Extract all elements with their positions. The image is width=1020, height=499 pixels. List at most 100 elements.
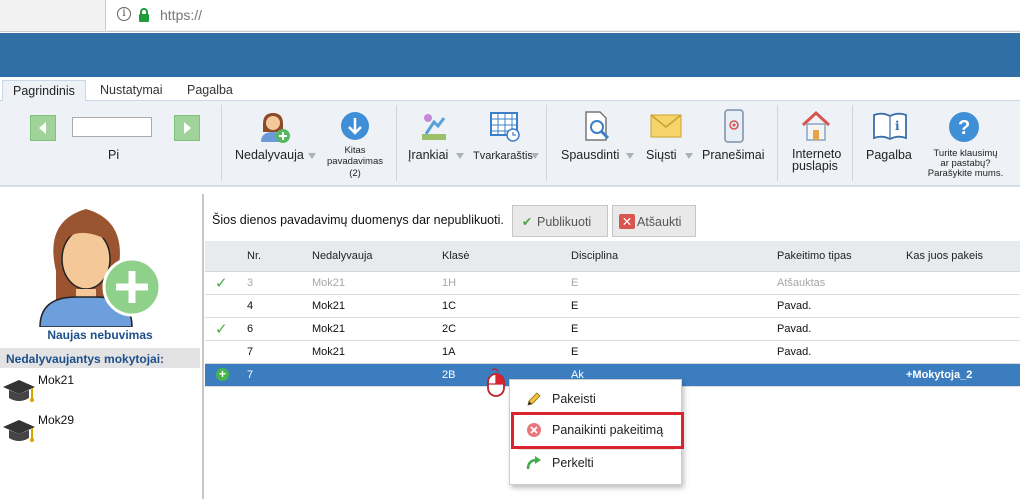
nedalyvauja-label: Nedalyvauja: [235, 148, 304, 162]
kitas-label-2: pavadavimas: [327, 156, 383, 167]
irankiai-label: Įrankiai: [408, 148, 449, 162]
cell-class: 1H: [442, 271, 571, 295]
cell-teacher: [312, 363, 442, 387]
table-row[interactable]: 4 Mok21 1C E Pavad.: [205, 294, 1020, 318]
ribbon-separator: [777, 105, 778, 181]
move-arrow-icon: [526, 456, 541, 470]
cell-nr: 7: [247, 363, 312, 387]
cell-teacher: Mok21: [312, 294, 442, 318]
check-icon: ✓: [215, 274, 228, 292]
teacher-name: Mok29: [38, 413, 75, 427]
teacher-item[interactable]: Mok21: [0, 373, 200, 405]
interneto-label-2: puslapis: [792, 159, 838, 173]
cell-who: [906, 317, 1020, 341]
cell-discipline: E: [571, 294, 777, 318]
cell-type: [777, 363, 906, 387]
user-add-icon: [261, 113, 290, 143]
cell-nr: 7: [247, 340, 312, 364]
cell-nr: 4: [247, 294, 312, 318]
column-header-disciplina[interactable]: Disciplina: [571, 241, 777, 272]
publish-button[interactable]: ✔ Publikuoti: [512, 205, 608, 237]
cell-who: [906, 294, 1020, 318]
feedback-line-3: Parašykite mums.: [927, 168, 1004, 179]
cell-class: 1C: [442, 294, 571, 318]
pranesimai-label: Pranešimai: [702, 148, 765, 162]
close-icon: ✕: [619, 214, 635, 229]
question-icon: ?: [949, 112, 979, 142]
house-icon: [801, 110, 831, 141]
cancel-label: Atšaukti: [637, 215, 682, 229]
check-icon: ✓: [215, 320, 228, 338]
next-day-button[interactable]: [174, 115, 200, 141]
cell-who: +Mokytoja_2: [906, 363, 1020, 387]
teacher-name: Mok21: [38, 373, 75, 387]
tab-nustatymai[interactable]: Nustatymai: [90, 80, 173, 101]
ribbon-separator: [396, 105, 397, 181]
table-row[interactable]: 7 Mok21 1A E Pavad.: [205, 340, 1020, 364]
browser-address-bar: i https://: [0, 0, 1020, 32]
arrow-down-circle-icon: [341, 112, 369, 140]
column-header-status: [205, 241, 247, 272]
book-info-icon: i: [873, 112, 907, 140]
kitas-count: (2): [349, 168, 361, 179]
phone-icon: [724, 109, 744, 143]
tab-pagrindinis[interactable]: Pagrindinis: [2, 80, 86, 101]
envelope-icon: [650, 114, 682, 138]
info-icon[interactable]: i: [117, 7, 131, 21]
spausdinti-label: Spausdinti: [561, 148, 620, 162]
url-field[interactable]: i https://: [105, 0, 1020, 30]
menu-item-label: Pakeisti: [552, 392, 596, 406]
column-header-nr[interactable]: Nr.: [247, 241, 312, 272]
new-absence-avatar-icon: [39, 209, 162, 327]
chevron-down-icon[interactable]: [308, 153, 316, 159]
date-input[interactable]: [72, 117, 152, 137]
date-label: Pi: [108, 148, 120, 162]
column-header-klase[interactable]: Klasė: [442, 241, 571, 272]
ribbon-separator: [852, 105, 853, 181]
print-preview-icon: [585, 111, 610, 141]
chevron-down-icon[interactable]: [626, 153, 634, 159]
kitas-label-1: Kitas: [344, 145, 366, 156]
cell-teacher: Mok21: [312, 317, 442, 341]
chevron-down-icon[interactable]: [456, 153, 464, 159]
cell-teacher: Mok21: [312, 271, 442, 295]
panel-divider[interactable]: [202, 194, 204, 499]
cell-type: Atšauktas: [777, 271, 906, 295]
tvarkarastis-label: Tvarkaraštis: [473, 150, 533, 162]
chevron-down-icon[interactable]: [531, 153, 539, 159]
unpublished-notice: Šios dienos pavadavimų duomenys dar nepu…: [212, 213, 504, 227]
check-icon: ✔: [521, 215, 533, 229]
cell-discipline: E: [571, 271, 777, 295]
left-panel: Naujas nebuvimas Nedalyvaujantys mokytoj…: [0, 189, 200, 499]
column-header-kas[interactable]: Kas juos pakeis: [906, 241, 1020, 272]
cancel-publish-button[interactable]: ✕ Atšaukti: [612, 205, 696, 237]
cell-teacher: Mok21: [312, 340, 442, 364]
column-header-tipas[interactable]: Pakeitimo tipas: [777, 241, 906, 272]
prev-day-button[interactable]: [30, 115, 56, 141]
arrow-right-icon: [184, 122, 191, 134]
lock-icon: [139, 8, 149, 22]
menu-item-label: Perkelti: [552, 456, 594, 470]
tab-pagalba[interactable]: Pagalba: [177, 80, 243, 101]
graduation-cap-icon: [3, 380, 35, 402]
cell-nr: 6: [247, 317, 312, 341]
cell-class: 2C: [442, 317, 571, 341]
cell-nr: 3: [247, 271, 312, 295]
table-row[interactable]: ✓ 6 Mok21 2C E Pavad.: [205, 317, 1020, 341]
svg-text:?: ?: [958, 117, 970, 139]
pencil-icon: [527, 392, 541, 406]
cell-type: Pavad.: [777, 294, 906, 318]
graduation-cap-icon: [3, 420, 35, 442]
chevron-down-icon[interactable]: [685, 153, 693, 159]
mouse-right-click-icon: [487, 368, 505, 397]
new-absence-label: Naujas nebuvimas: [47, 328, 153, 342]
app-banner: [0, 33, 1020, 77]
ribbon-separator: [546, 105, 547, 181]
menu-item-edit[interactable]: Pakeisti: [510, 386, 683, 412]
cell-class: 1A: [442, 340, 571, 364]
menu-item-move[interactable]: Perkelti: [510, 450, 683, 476]
table-row[interactable]: ✓ 3 Mok21 1H E Atšauktas: [205, 271, 1020, 295]
teacher-item[interactable]: Mok29: [0, 413, 200, 445]
url-text: https://: [160, 7, 203, 23]
column-header-nedalyvauja[interactable]: Nedalyvauja: [312, 241, 442, 272]
